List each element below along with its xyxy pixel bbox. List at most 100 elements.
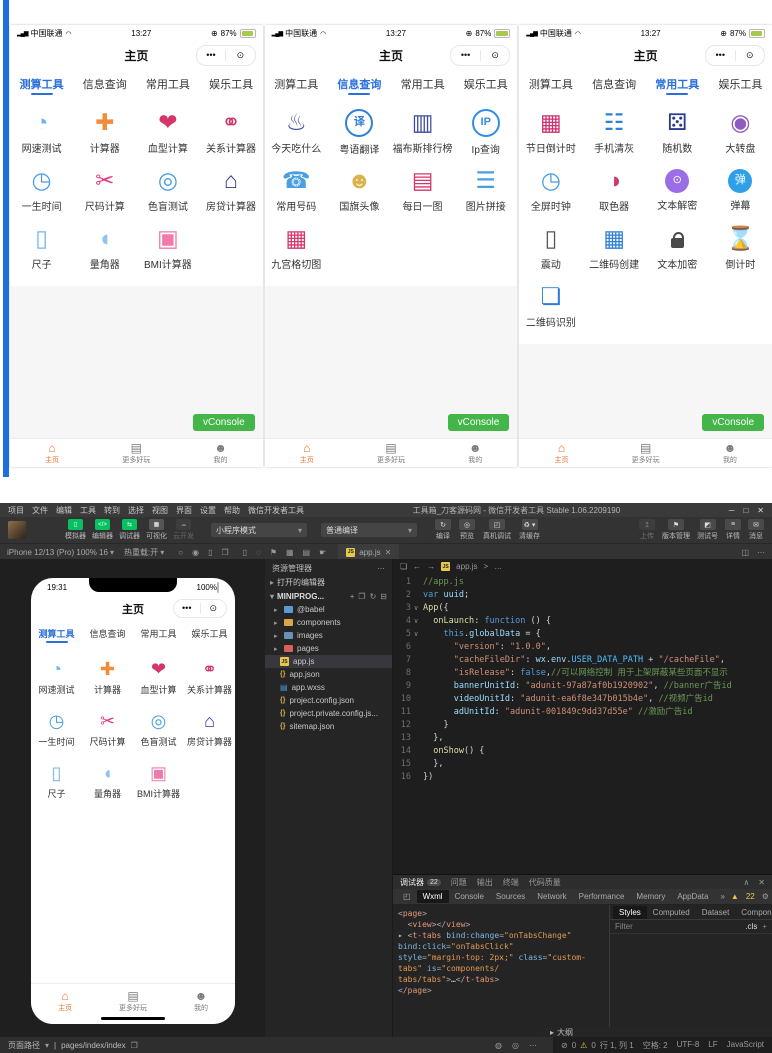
tool-item-一生时间[interactable]: ◷一生时间: [10, 160, 73, 218]
more-icon[interactable]: ⋯: [529, 1041, 537, 1050]
tab-信息查询[interactable]: 信息查询: [328, 68, 391, 98]
wxml-tree[interactable]: <page> <view></view>▸ <t-tabs bind:chang…: [393, 905, 610, 1037]
inspect-element-icon[interactable]: ◰: [397, 890, 417, 903]
tool-item-网速测试[interactable]: ◔网速测试: [31, 650, 82, 702]
tool-item-房贷计算器[interactable]: ⌂房贷计算器: [199, 160, 262, 218]
menu-item-设置[interactable]: 设置: [200, 505, 216, 516]
tabbar-item-我的[interactable]: ☻我的: [688, 439, 772, 467]
close-panel-icon[interactable]: ✕: [758, 878, 765, 887]
dropdown-普通编译[interactable]: 普通编译▾: [321, 523, 417, 537]
wxml-line[interactable]: <view></view>: [398, 919, 604, 930]
tool-item-大转盘[interactable]: ◉大转盘: [709, 102, 772, 160]
settings-gear-icon[interactable]: ⚙: [762, 892, 769, 901]
fold-caret-icon[interactable]: ∨: [414, 602, 423, 615]
menu-item-选择[interactable]: 选择: [128, 505, 144, 516]
code-editor[interactable]: 1 //app.js2 var uuid;3∨App({4∨ onLaunch:…: [393, 574, 772, 874]
vconsole-button[interactable]: vConsole: [448, 414, 510, 431]
tab-测算工具[interactable]: 测算工具: [519, 68, 582, 98]
open-editors-section[interactable]: ▸ 打开的编辑器: [265, 576, 392, 589]
file-app.js[interactable]: JSapp.js: [265, 655, 392, 668]
hot-reload-toggle[interactable]: 热重载:开▾: [124, 547, 164, 558]
tool-item-关系计算器[interactable]: ⚭关系计算器: [184, 650, 235, 702]
tool-item-福布斯排行榜[interactable]: ▥福布斯排行榜: [391, 102, 454, 160]
tool-item-网速测试[interactable]: ◔网速测试: [10, 102, 73, 160]
tool-item-一生时间[interactable]: ◷一生时间: [31, 702, 82, 754]
menu-item-工具[interactable]: 工具: [80, 505, 96, 516]
tool-item-BMI计算器[interactable]: ▣BMI计算器: [136, 218, 199, 276]
tabbar-item-更多好玩[interactable]: ▤更多好玩: [604, 439, 688, 467]
wxml-line[interactable]: ▸ <t-tabs bind:change="onTabsChange" bin…: [398, 930, 604, 952]
menu-item-项目[interactable]: 项目: [8, 505, 24, 516]
phone-preview-icon[interactable]: ▯: [243, 548, 247, 557]
action-上传[interactable]: ↥上传: [639, 519, 655, 541]
tool-item-震动[interactable]: ▯震动: [519, 218, 582, 276]
fold-caret-icon[interactable]: ∨: [414, 615, 423, 628]
tool-item-倒计时[interactable]: ⌛倒计时: [709, 218, 772, 276]
close-target-icon[interactable]: ⊙: [201, 599, 227, 618]
tool-item-每日一图[interactable]: ▤每日一图: [391, 160, 454, 218]
tabbar-item-我的[interactable]: ☻我的: [167, 984, 235, 1018]
panel-tab-代码质量[interactable]: 代码质量: [529, 877, 561, 888]
status-item[interactable]: JavaScript: [727, 1040, 764, 1051]
tool-item-全屏时钟[interactable]: ◷全屏时钟: [519, 160, 582, 218]
capsule-button[interactable]: •••⊙: [196, 45, 256, 66]
file-project.private.config.js...[interactable]: {}project.private.config.js...: [265, 707, 392, 720]
new-folder-icon[interactable]: ❐: [358, 592, 365, 601]
tabs-overflow-icon[interactable]: »: [714, 890, 730, 903]
tabbar-item-主页[interactable]: ⌂主页: [265, 439, 349, 467]
styles-tab-Styles[interactable]: Styles: [613, 906, 647, 919]
tool-item-BMI计算器[interactable]: ▣BMI计算器: [133, 754, 184, 806]
toolbar-button-编辑器[interactable]: </>编辑器: [89, 519, 116, 541]
menu-item-转到[interactable]: 转到: [104, 505, 120, 516]
tool-item-图片拼接[interactable]: ☰图片拼接: [454, 160, 517, 218]
action-真机调试[interactable]: ◰真机调试: [483, 519, 511, 541]
panel-tab-调试器[interactable]: 调试器22: [400, 877, 441, 888]
cls-toggle[interactable]: .cls: [745, 922, 757, 931]
panel-tab-终端[interactable]: 终端: [503, 877, 519, 888]
pointer-icon[interactable]: ☛: [319, 548, 326, 557]
wxml-line[interactable]: <page>: [398, 908, 604, 919]
vconsole-button[interactable]: vConsole: [702, 414, 764, 431]
tool-item-常用号码[interactable]: ☎常用号码: [265, 160, 328, 218]
copy-icon[interactable]: ❐: [131, 1041, 138, 1050]
tool-item-二维码创建[interactable]: ▦二维码创建: [583, 218, 646, 276]
eye-icon[interactable]: ◎: [512, 1041, 519, 1050]
file-app.wxss[interactable]: ▤app.wxss: [265, 681, 392, 694]
errors-icon[interactable]: ⊘: [561, 1041, 568, 1050]
tabbar-item-我的[interactable]: ☻我的: [178, 439, 262, 467]
action-版本管理[interactable]: ⚑版本管理: [662, 519, 690, 541]
device-selector[interactable]: iPhone 12/13 (Pro) 100% 16▾: [7, 548, 114, 557]
git-icon[interactable]: ⚑: [270, 548, 277, 557]
wxml-line[interactable]: style="margin-top: 2px;" class="custom-t…: [398, 952, 604, 974]
tool-item-粤语翻译[interactable]: 译粤语翻译: [328, 102, 391, 160]
vconsole-button[interactable]: vConsole: [193, 414, 255, 431]
file-app.json[interactable]: {}app.json: [265, 668, 392, 681]
status-item[interactable]: 空格: 2: [643, 1040, 668, 1051]
styles-tab-Computed[interactable]: Computed: [647, 906, 696, 919]
tool-item-尺码计算[interactable]: ✂尺码计算: [82, 702, 133, 754]
tab-娱乐工具[interactable]: 娱乐工具: [200, 68, 263, 98]
dropdown-小程序模式[interactable]: 小程序模式▾: [211, 523, 307, 537]
vconsole-icon[interactable]: ◍: [495, 1041, 502, 1050]
more-menu-icon[interactable]: •••: [706, 46, 735, 65]
panel-tab-问题[interactable]: 问题: [451, 877, 467, 888]
tabbar-item-更多好玩[interactable]: ▤更多好玩: [94, 439, 178, 467]
action-编译[interactable]: ↻编译: [435, 519, 451, 541]
action-消息[interactable]: ✉消息: [748, 519, 764, 541]
capsule-button[interactable]: •••⊙: [173, 599, 227, 618]
tab-信息查询[interactable]: 信息查询: [82, 620, 133, 646]
outline-section[interactable]: ▸ 大纲: [537, 1027, 772, 1037]
tool-item-随机数[interactable]: ⚄随机数: [646, 102, 709, 160]
styles-tab-Dataset[interactable]: Dataset: [696, 906, 736, 919]
devtools-tab-Sources[interactable]: Sources: [490, 890, 531, 903]
tool-item-血型计算[interactable]: ❤血型计算: [133, 650, 184, 702]
styles-filter-input[interactable]: Filter: [615, 922, 633, 931]
tool-item-手机清灰[interactable]: ☷手机清灰: [583, 102, 646, 160]
tabbar-item-主页[interactable]: ⌂主页: [519, 439, 603, 467]
more-menu-icon[interactable]: •••: [197, 46, 226, 65]
tool-item-量角器[interactable]: ◖量角器: [82, 754, 133, 806]
nav-back-icon[interactable]: ←: [413, 562, 421, 571]
more-icon[interactable]: ⋯: [757, 548, 765, 557]
new-file-icon[interactable]: +: [350, 592, 355, 601]
wxml-line[interactable]: tabs/tabs">…</t-tabs>: [398, 974, 604, 985]
